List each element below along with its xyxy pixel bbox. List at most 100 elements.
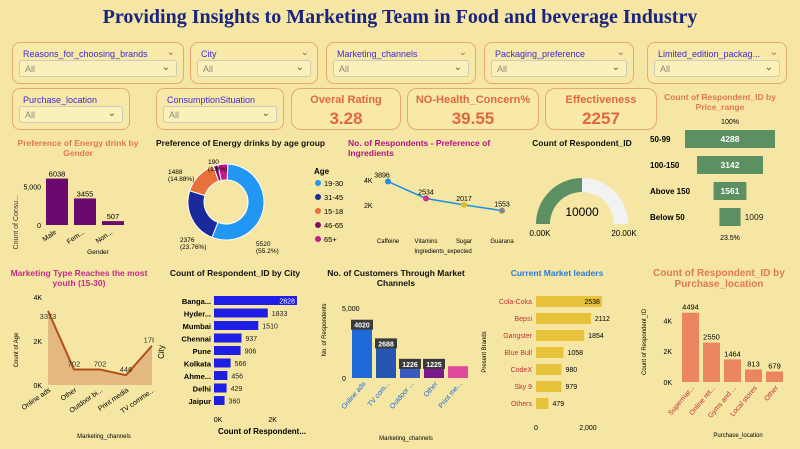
x-tick-label: Print me... (438, 381, 464, 410)
data-label: 1464 (724, 349, 741, 358)
legend-entry: 19-30 (324, 179, 343, 188)
chart-title: Count of Respondent_ID by Price_range (664, 92, 776, 112)
category-label: Kolkata (184, 360, 212, 369)
data-label: 2534 (418, 189, 434, 196)
x-axis-label: Marketing_channels (379, 436, 433, 442)
slicer-dropdown[interactable]: All ⌄ (333, 60, 469, 77)
slicer-label: Reasons_for_choosing_brands (23, 49, 148, 59)
data-label: 4020 (354, 323, 370, 330)
bar (102, 221, 124, 225)
chart-city[interactable]: Count of Respondent_ID by City City Banga… (156, 268, 314, 443)
chart-marketing-youth[interactable]: Marketing Type Reaches the most youth (1… (4, 268, 154, 443)
bar (352, 321, 372, 378)
data-label: 3373 (40, 312, 57, 321)
legend-marker (315, 194, 321, 200)
chevron-down-icon[interactable]: ⌄ (459, 47, 467, 58)
chart-gauge[interactable]: Count of Respondent_ID 10000 0.00K 20.00K (522, 138, 642, 258)
data-label: 190 (208, 159, 219, 166)
slicer-dropdown[interactable]: All ⌄ (491, 60, 627, 77)
chevron-down-icon[interactable]: ⌄ (301, 47, 309, 58)
kpi-value: 39.55 (451, 109, 495, 128)
slicer-limited-edition[interactable]: Limited_edition_packag... ⌄ All ⌄ (647, 42, 787, 84)
x-axis-label: Purchase_location (713, 433, 762, 439)
data-label: 479 (552, 401, 564, 408)
chevron-down-icon: ⌄ (161, 62, 170, 73)
slicer-marketing-channels[interactable]: Marketing_channels ⌄ All ⌄ (326, 42, 476, 84)
slicer-dropdown[interactable]: All ⌄ (19, 106, 123, 123)
y-axis-label: Count of Respondent_ID (642, 308, 648, 375)
slicer-packaging-preference[interactable]: Packaging_preference ⌄ All ⌄ (484, 42, 634, 84)
chart-ingredients[interactable]: No. of Respondents - Preference of Ingre… (348, 138, 520, 258)
legend-marker (315, 208, 321, 214)
slicer-reasons[interactable]: Reasons_for_choosing_brands ⌄ All ⌄ (12, 42, 184, 84)
category-label: Banga... (182, 297, 211, 306)
chevron-down-icon: ⌄ (261, 108, 270, 119)
chevron-down-icon[interactable]: ⌄ (770, 47, 778, 58)
y-tick-label: 0K (33, 383, 42, 390)
y-axis-label: No. of Respondents (322, 303, 328, 356)
data-label: 429 (231, 386, 243, 393)
bar (536, 330, 585, 341)
series-line (387, 180, 503, 212)
data-label: 906 (245, 349, 257, 356)
x-tick-label: Other (423, 380, 440, 398)
legend-marker (315, 180, 321, 186)
chart-price-range[interactable]: Count of Respondent_ID by Price_range 10… (644, 92, 796, 262)
bar (46, 178, 68, 225)
y-tick-label: 4K (33, 295, 42, 302)
bar (214, 371, 228, 380)
data-label: 980 (565, 367, 577, 374)
y-axis-label: Present Brands (482, 331, 488, 372)
chart-title: Count of Respondent_ID (532, 138, 632, 148)
data-label: 1833 (272, 311, 288, 318)
x-axis-label: Gender (87, 249, 110, 256)
chart-title: Count of Respondent_ID by City (169, 268, 301, 278)
slicer-dropdown[interactable]: All ⌄ (654, 60, 780, 77)
data-label: 1785 (144, 336, 154, 345)
chevron-down-icon: ⌄ (611, 62, 620, 73)
slicer-city[interactable]: City ⌄ All ⌄ (190, 42, 318, 84)
kpi-label: NO-Health_Concern% (415, 94, 531, 106)
x-tick-label: Fem... (66, 229, 86, 246)
bar (214, 396, 225, 405)
bar (745, 369, 762, 382)
legend-marker (315, 236, 321, 242)
data-label: 456 (231, 374, 243, 381)
slicer-value: All (339, 64, 350, 74)
bar (536, 313, 591, 324)
data-label: 813 (747, 359, 760, 368)
data-label: 2550 (703, 333, 720, 342)
bar (536, 364, 562, 375)
chart-market-channels[interactable]: No. of Customers Through Market Channels… (316, 268, 476, 443)
x-axis-label: Count of Respondent... (218, 427, 306, 436)
chevron-down-icon[interactable]: ⌄ (167, 47, 175, 58)
bar (536, 381, 562, 392)
chevron-down-icon[interactable]: ⌄ (617, 47, 625, 58)
legend-entry: 46-65 (324, 221, 343, 230)
chart-market-leaders[interactable]: Current Market leaders Present Brands Col… (478, 268, 636, 443)
data-label: 1488 (168, 169, 183, 176)
kpi-effectiveness: Effectiveness 2257 (545, 88, 657, 130)
x-tick-label: Guarana (490, 239, 514, 245)
chart-purchase-location[interactable]: Count of Respondent_ID by Purchase_locat… (640, 268, 798, 443)
slicer-dropdown[interactable]: All ⌄ (197, 60, 311, 77)
bar (766, 371, 783, 382)
x-tick-label: Outdoor ... (389, 381, 416, 411)
slicer-purchase-location[interactable]: Purchase_location All ⌄ (12, 88, 130, 130)
category-label: Below 50 (650, 213, 685, 222)
chart-age-group[interactable]: Preference of Energy drinks by age group… (156, 138, 346, 258)
chart-title: Count of Respondent_ID by Purchase_locat… (653, 268, 785, 290)
kpi-value: 2257 (582, 109, 620, 128)
legend-marker (315, 222, 321, 228)
chart-price-svg: 100% 4288 50-99 3142 100-150 1561 Above 150 100… (650, 119, 775, 242)
slicer-consumption-situation[interactable]: ConsumptionSituation All ⌄ (156, 88, 284, 130)
slicer-dropdown[interactable]: All ⌄ (163, 106, 277, 123)
slicer-dropdown[interactable]: All ⌄ (19, 60, 177, 77)
chart-title: Preference of Energy drink by Gender (17, 138, 139, 158)
chart-gender[interactable]: Preference of Energy drink by Gender Cou… (4, 138, 152, 258)
slicer-value: All (497, 64, 508, 74)
bar (214, 321, 259, 330)
data-label: 1561 (721, 186, 740, 196)
data-label: 1058 (567, 350, 583, 357)
kpi-label: Effectiveness (565, 94, 637, 106)
